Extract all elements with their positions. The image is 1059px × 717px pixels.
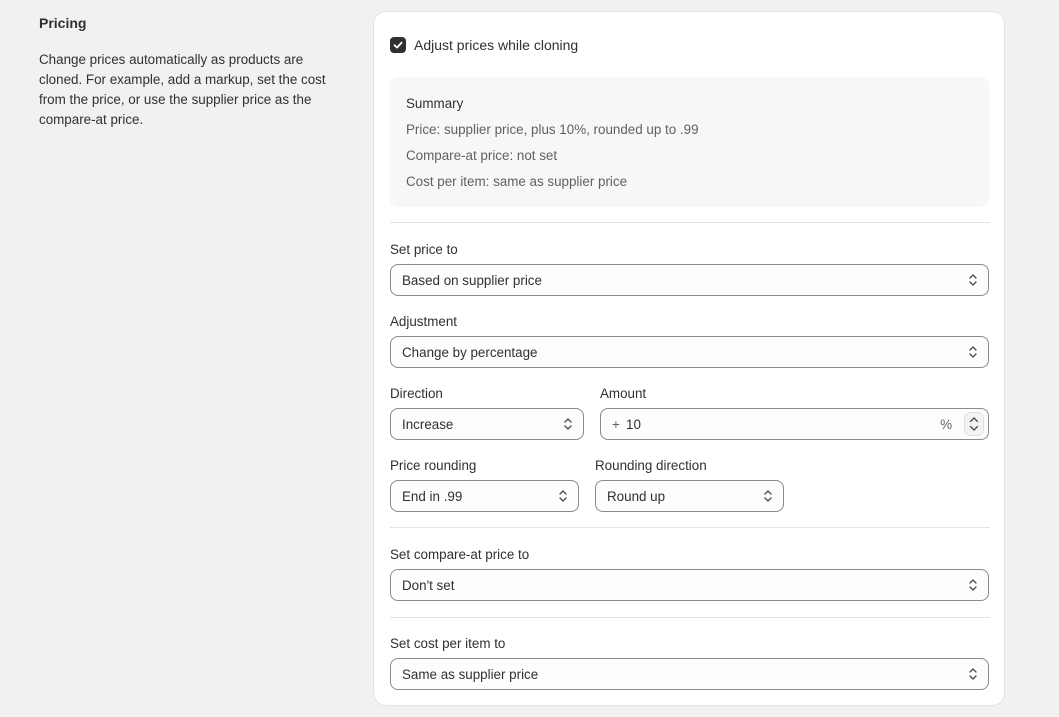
chevron-up-down-icon: [969, 274, 977, 286]
amount-value[interactable]: 10: [626, 417, 641, 432]
chevron-up-down-icon: [969, 346, 977, 358]
amount-prefix: +: [612, 417, 620, 432]
set-price-select[interactable]: Based on supplier price: [390, 264, 989, 296]
chevron-up-down-icon: [969, 579, 977, 591]
compare-at-value: Don't set: [402, 577, 455, 593]
chevron-up-down-icon: [564, 418, 572, 430]
adjust-prices-checkbox[interactable]: [390, 37, 406, 53]
rounding-direction-value: Round up: [607, 488, 666, 504]
price-rounding-select[interactable]: End in .99: [390, 480, 579, 512]
cost-per-item-label: Set cost per item to: [390, 636, 506, 651]
price-rounding-label: Price rounding: [390, 458, 477, 473]
rounding-direction-label: Rounding direction: [595, 458, 707, 473]
direction-value: Increase: [402, 416, 454, 432]
rounding-direction-select[interactable]: Round up: [595, 480, 784, 512]
chevron-up-down-icon: [764, 490, 772, 502]
amount-label: Amount: [600, 386, 647, 401]
direction-select[interactable]: Increase: [390, 408, 584, 440]
set-price-label: Set price to: [390, 242, 458, 257]
stepper-arrows-icon[interactable]: [964, 412, 984, 436]
pricing-card: Adjust prices while cloning Summary Pric…: [374, 12, 1004, 705]
adjustment-value: Change by percentage: [402, 344, 538, 360]
compare-at-label: Set compare-at price to: [390, 547, 530, 562]
adjust-prices-label[interactable]: Adjust prices while cloning: [414, 37, 578, 53]
section-description: Change prices automatically as products …: [39, 52, 326, 127]
checkmark-icon: [393, 41, 403, 49]
cost-per-item-select[interactable]: Same as supplier price: [390, 658, 989, 690]
section-title: Pricing: [39, 15, 87, 31]
set-price-value: Based on supplier price: [402, 272, 542, 288]
chevron-up-down-icon: [969, 668, 977, 680]
divider: [390, 617, 990, 618]
compare-at-select[interactable]: Don't set: [390, 569, 989, 601]
price-rounding-value: End in .99: [402, 488, 463, 504]
direction-label: Direction: [390, 386, 443, 401]
amount-suffix: %: [940, 417, 952, 432]
adjustment-label: Adjustment: [390, 314, 457, 329]
divider: [390, 222, 990, 223]
divider: [390, 527, 990, 528]
adjustment-select[interactable]: Change by percentage: [390, 336, 989, 368]
summary-price-line: Price: supplier price, plus 10%, rounded…: [406, 122, 699, 137]
summary-compare-at-line: Compare-at price: not set: [406, 148, 558, 163]
summary-cost-line: Cost per item: same as supplier price: [406, 174, 628, 189]
summary-title: Summary: [406, 96, 464, 111]
amount-input[interactable]: + 10 %: [600, 408, 989, 440]
summary-box: Summary Price: supplier price, plus 10%,…: [390, 77, 989, 207]
chevron-up-down-icon: [559, 490, 567, 502]
cost-per-item-value: Same as supplier price: [402, 666, 539, 682]
